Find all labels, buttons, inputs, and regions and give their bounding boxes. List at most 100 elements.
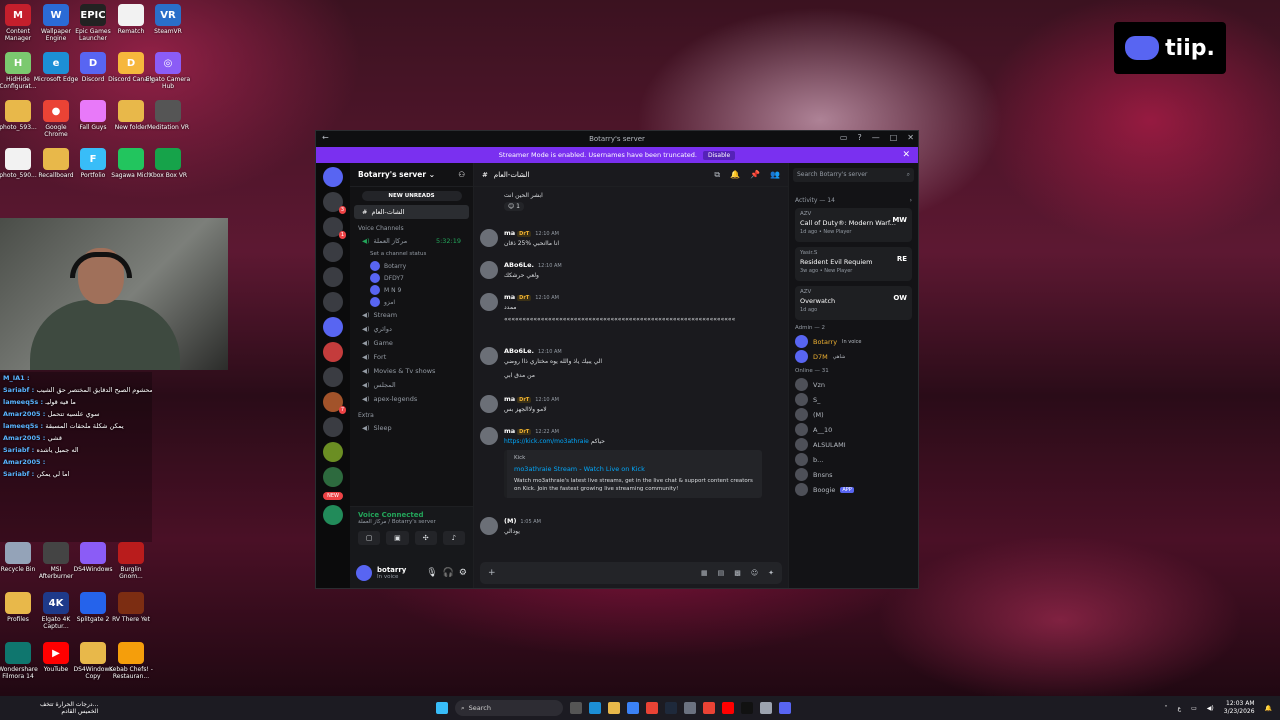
member-item[interactable]: Botarry In voice [795,334,912,349]
chevron-right-icon[interactable]: › [910,197,912,204]
activity-card[interactable]: Yasir.S Resident Evil Requiem 3w ago • New… [795,247,912,281]
add-friend-icon[interactable]: ⚇ [458,170,465,179]
desktop-icon[interactable]: RV There Yet [108,592,154,623]
avatar[interactable] [480,261,498,279]
message-author[interactable]: ma DrT 12:22 AM [504,427,762,435]
file-explorer-icon[interactable] [608,702,620,714]
voice-connected-sub[interactable]: مركاز العملة / Botarry's server [358,519,465,525]
channel-item[interactable]: ◀) Game [354,336,469,350]
member-item[interactable]: Boogie APP [795,482,912,497]
message-author[interactable]: ma DrT 12:10 AM [504,229,559,237]
task-view-icon[interactable] [570,702,582,714]
server-icon[interactable] [323,505,343,525]
notification-bell-icon[interactable]: 🔔 [1265,705,1272,712]
steam-icon[interactable] [665,702,677,714]
server-icon[interactable] [323,317,343,337]
close-button[interactable]: ✕ [907,133,914,142]
dm-home-icon[interactable] [323,167,343,187]
discord-window[interactable]: ← Botarry's server ▭ ? — □ ✕ Streamer Mo… [315,130,919,589]
headphones-icon[interactable]: 🎧 [443,568,454,578]
channel-item[interactable]: ◀) apex-legends [354,392,469,406]
message[interactable]: (M) 1:05 AM يودالي [480,517,780,535]
server-icon[interactable]: 3 [323,192,346,214]
server-icon[interactable]: 7 [323,392,346,414]
edge-icon[interactable] [589,702,601,714]
server-icon[interactable] [323,367,343,387]
apps-icon[interactable]: ✦ [768,569,774,577]
desktop-icon[interactable]: ◎ Elgato Camera Hub [145,52,191,90]
message[interactable]: ابشر الحين انت 😊 1 [480,189,780,211]
avatar[interactable] [480,293,498,311]
store-icon[interactable] [627,702,639,714]
desktop-icon[interactable]: Meditation VR [145,100,191,131]
activities-icon[interactable]: ✣ [414,531,437,545]
avatar[interactable] [480,347,498,365]
desktop-icon[interactable]: Burglin Gnom... [108,542,154,580]
maximize-button[interactable]: □ [890,133,898,142]
server-icon[interactable] [323,242,343,262]
channel-item[interactable]: ◀) Stream [354,308,469,322]
avatar[interactable] [480,427,498,445]
channel-item[interactable]: ◀) Movies & Tv shows [354,364,469,378]
language-indicator[interactable]: ع [1178,705,1182,712]
avatar[interactable] [356,565,372,581]
message-link[interactable]: https://kick.com/mo3athraie [504,438,591,445]
gear-icon[interactable]: ⚙ [459,568,467,578]
discord-icon[interactable] [779,702,791,714]
reaction[interactable]: 😊 1 [504,202,524,211]
clock[interactable]: 12:03 AM 3/23/2026 [1224,700,1255,716]
voice-connected-label[interactable]: Voice Connected [358,511,465,519]
member-item[interactable]: b... [795,452,912,467]
mic-icon[interactable]: 🎙 [426,568,437,578]
member-item[interactable]: D7M شاهي [795,349,912,364]
message-author[interactable]: ma DrT 12:10 AM [504,395,559,403]
tray-arrow-icon[interactable]: ˄ [1165,705,1168,712]
bell-icon[interactable]: 🔔 [730,170,740,180]
members-icon[interactable]: 👥 [770,170,780,180]
app-icon[interactable] [684,702,696,714]
embed-title[interactable]: mo3athraie Stream - Watch Live on Kick [514,465,755,473]
member-item[interactable]: Vzn [795,377,912,392]
desktop-icon[interactable]: Xbox Box VR [145,148,191,179]
server-icon[interactable] [323,467,343,487]
message-author[interactable]: (M) 1:05 AM [504,517,541,525]
voice-user[interactable]: M N 9 [350,284,473,296]
server-icon[interactable] [323,267,343,287]
voice-status[interactable]: Set a channel status [350,248,473,260]
voice-user[interactable]: امزو [350,296,473,308]
message[interactable]: ««««««««««««««««««««««««««««««««««««««««… [480,313,780,331]
server-icon[interactable] [323,442,343,462]
voice-user[interactable]: Botarry [350,260,473,272]
app-icon[interactable] [741,702,753,714]
link-embed[interactable]: Kick mo3athraie Stream - Watch Live on Ki… [504,450,762,498]
channel-sleep[interactable]: ◀) Sleep [354,421,469,435]
channel-item[interactable]: ◀) دوائري [354,322,469,336]
voice-category[interactable]: Voice Channels [350,219,473,234]
new-unreads-pill[interactable]: NEW UNREADS [361,191,462,201]
desktop-icon[interactable]: Kebab Chefs! - Restauran... [108,642,154,680]
emoji-icon[interactable]: ☺ [751,569,758,577]
activity-card[interactable]: AZV Overwatch 1d ago OW [795,286,912,320]
chrome-icon[interactable] [646,702,658,714]
weather-widget[interactable]: درجات الحرارة تتخف... الخميس القادم [40,701,98,715]
message[interactable]: ma DrT 12:10 AM ممدد [480,293,780,311]
minimize-button[interactable]: — [872,133,880,142]
channel-item[interactable]: ◀) المجلس [354,378,469,392]
channel-item[interactable]: ◀) Fort [354,350,469,364]
message[interactable]: ma DrT 12:22 AM https://kick.com/mo3athraie… [480,427,780,498]
threads-icon[interactable]: ⧉ [714,170,720,180]
gift-icon[interactable]: ▦ [701,569,708,577]
member-item[interactable]: S_ [795,392,912,407]
disable-button[interactable]: Disable [702,150,736,160]
taskbar-search[interactable]: ⌕ Search [455,700,563,716]
help-icon[interactable]: ? [857,133,861,142]
message[interactable]: ma DrT 12:10 AM لامو ولاالجهز بس [480,395,780,413]
search-input[interactable]: Search Botarry's server ⌕ [793,168,914,182]
member-item[interactable]: ALSULAMI [795,437,912,452]
pin-icon[interactable]: 📌 [750,170,760,180]
soundboard-icon[interactable]: ♪ [442,531,465,545]
desktop-icon[interactable]: VR SteamVR [145,4,191,35]
sticker-icon[interactable]: ▩ [734,569,741,577]
channel-selected[interactable]: # الشات-العام [354,205,469,219]
network-icon[interactable]: ▭ [1191,705,1197,712]
